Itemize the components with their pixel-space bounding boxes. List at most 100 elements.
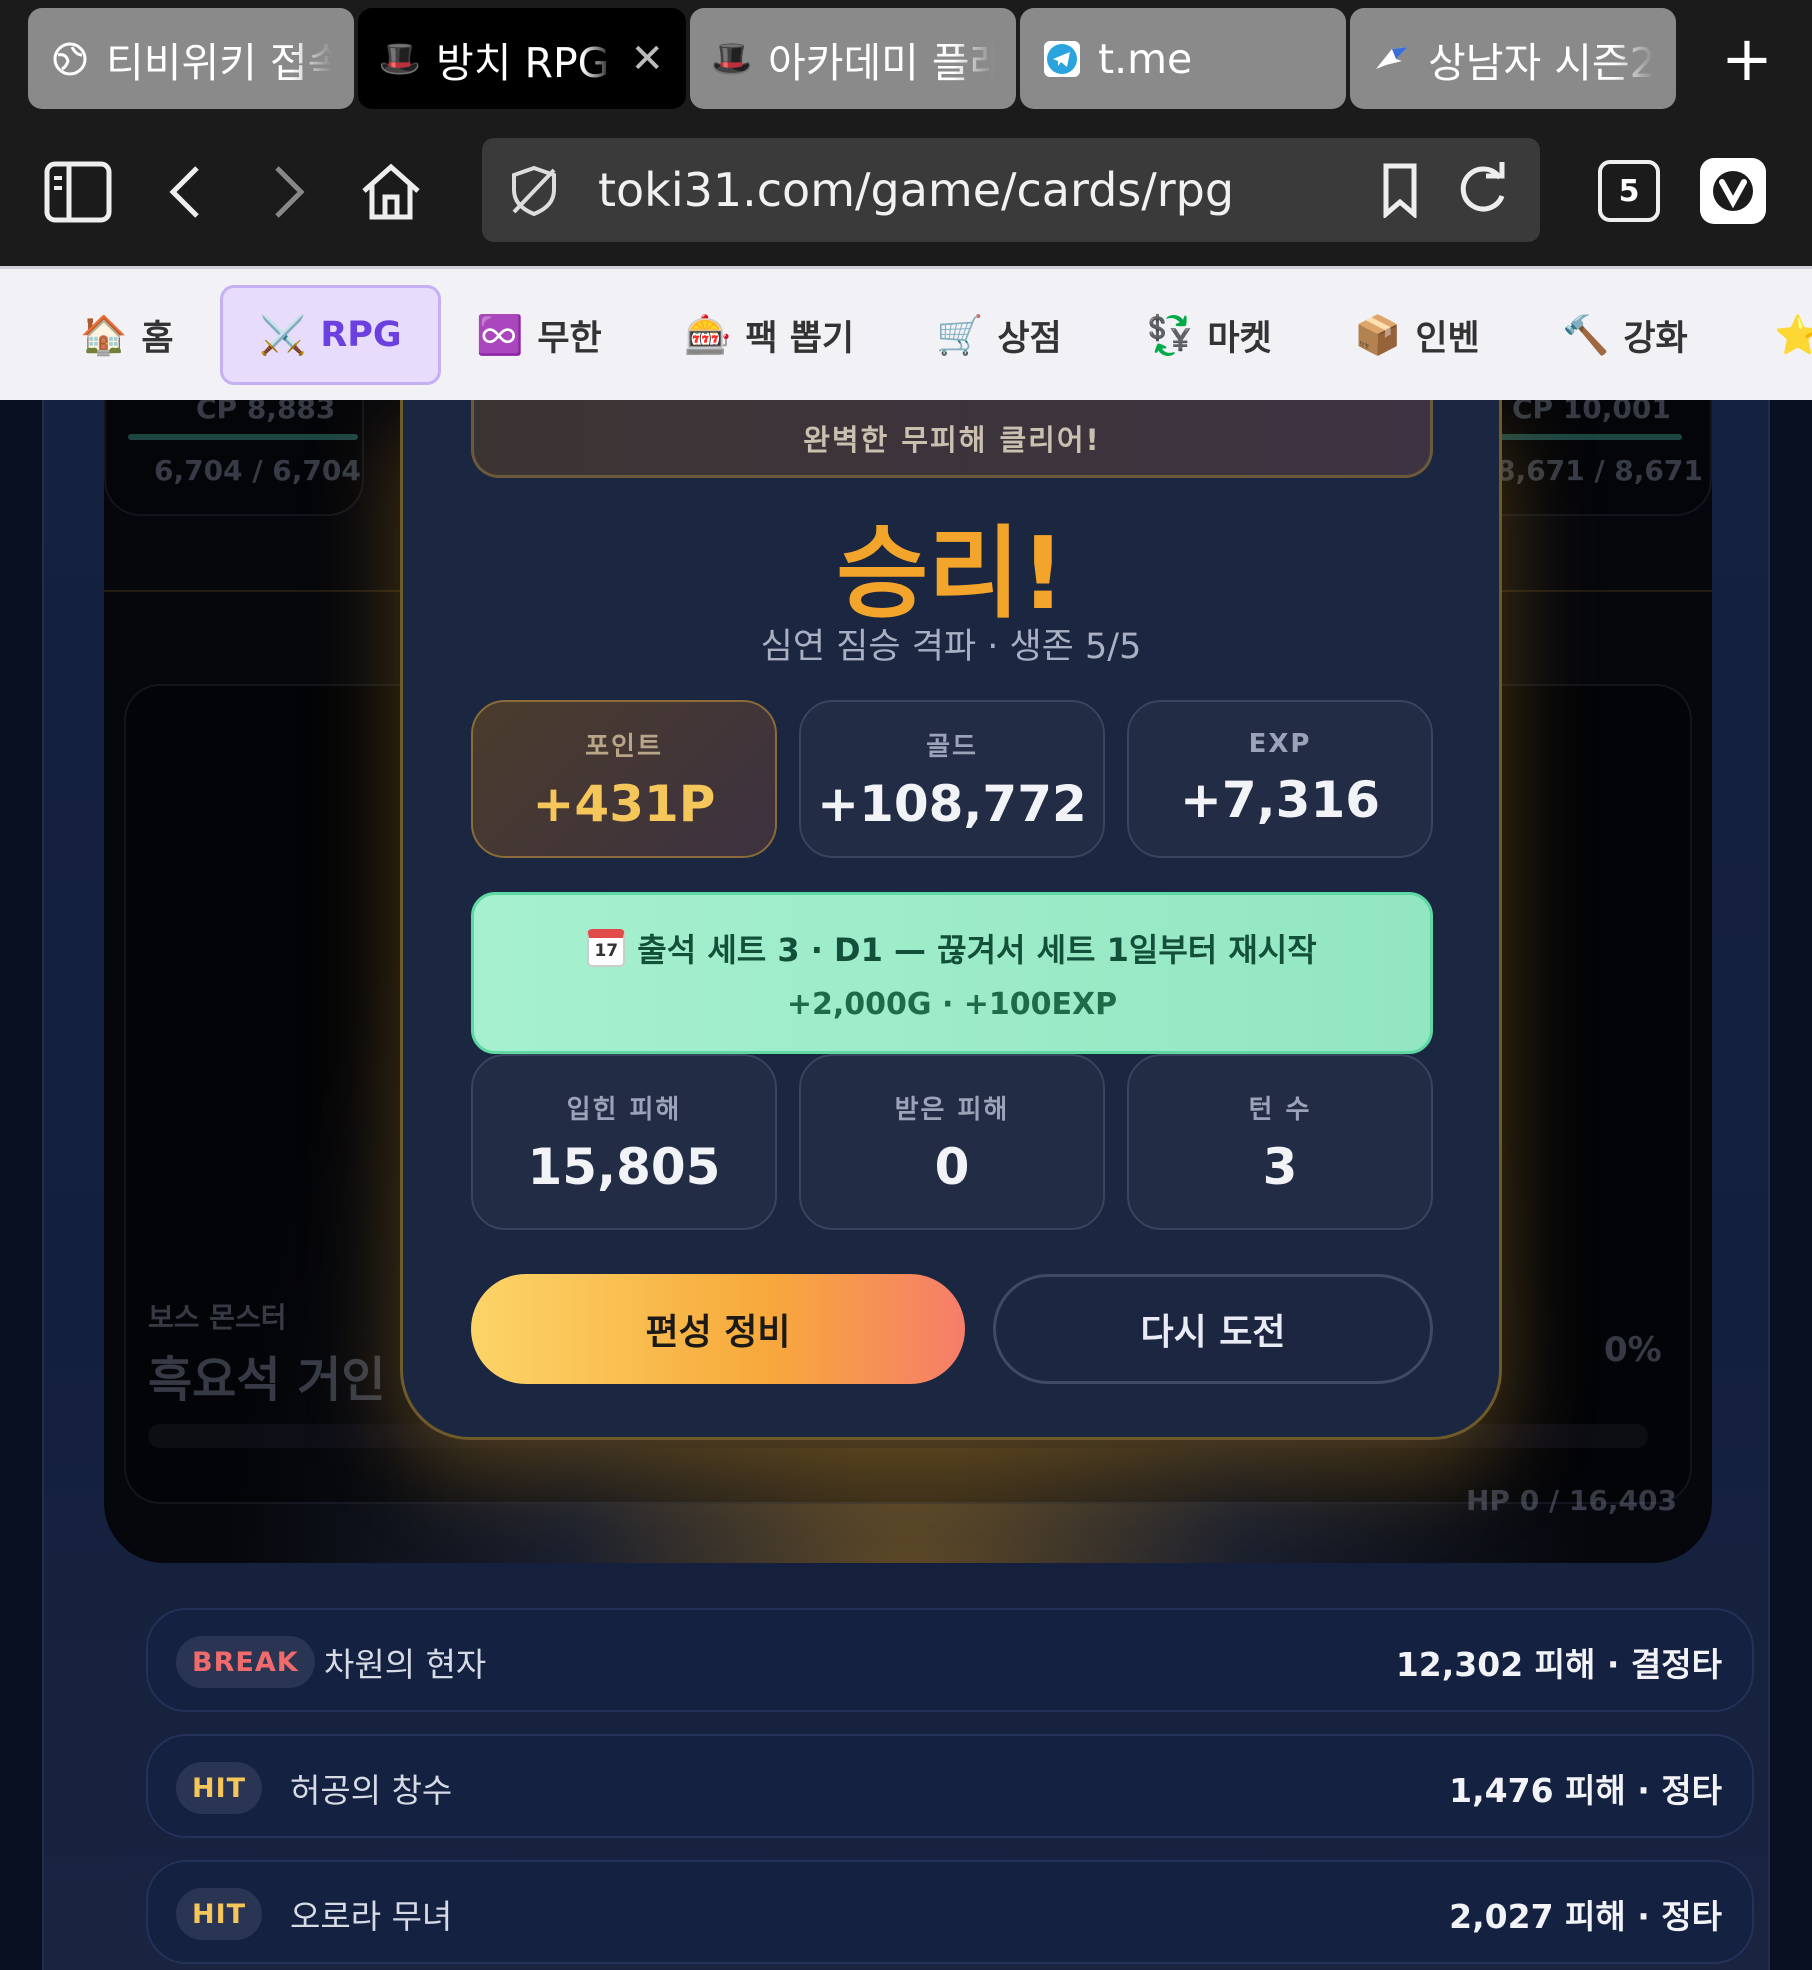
- currency-exchange-icon: 💱: [1146, 312, 1194, 357]
- tab-count-button[interactable]: 5: [1598, 160, 1660, 222]
- attendance-reward: +2,000G · +100EXP: [786, 986, 1118, 1022]
- bookmark-icon[interactable]: [1380, 162, 1420, 222]
- vivaldi-menu-icon[interactable]: [1700, 158, 1766, 224]
- package-icon: 📦: [1354, 312, 1402, 357]
- damage-result: 2,027 피해 · 정타: [1449, 1897, 1722, 1936]
- boss-name: 흑요석 거인: [148, 1352, 386, 1408]
- tab-title: 방치 RPG: [436, 38, 610, 87]
- nav-item-star[interactable]: ⭐: [1774, 285, 1812, 385]
- combat-log-row: HIT 오로라 무녀 2,027 피해 · 정타: [146, 1860, 1754, 1964]
- shield-icon: [508, 164, 560, 222]
- browser-tab[interactable]: 티비위키 접속: [28, 8, 354, 109]
- hit-badge: BREAK: [176, 1636, 315, 1688]
- home-icon[interactable]: [356, 148, 426, 236]
- reward-value: +431P: [532, 774, 716, 833]
- stat-damage-taken: 받은 피해 0: [799, 1054, 1105, 1230]
- unit-name: 차원의 현자: [324, 1645, 487, 1684]
- ally-hp-bar: [128, 434, 358, 440]
- unit-name: 허공의 창수: [290, 1771, 453, 1810]
- stat-label: 받은 피해: [894, 1094, 1010, 1125]
- perfect-clear-banner: 완벽한 무피해 클리어!: [471, 400, 1433, 478]
- browser-tab[interactable]: t.me: [1020, 8, 1346, 109]
- reward-label: 골드: [926, 731, 978, 762]
- stat-turns: 턴 수 3: [1127, 1054, 1433, 1230]
- combat-log-row: BREAK 차원의 현자 12,302 피해 · 결정타: [146, 1608, 1754, 1712]
- new-tab-button[interactable]: +: [1712, 18, 1782, 98]
- forward-icon[interactable]: [264, 148, 314, 236]
- victory-title: 승리!: [836, 515, 1066, 632]
- back-icon[interactable]: [160, 148, 210, 236]
- boss-hp-text: HP 0 / 16,403: [1466, 1484, 1677, 1517]
- slot-machine-icon: 🎰: [684, 312, 732, 357]
- ally-cp: CP 10,001: [1512, 400, 1671, 425]
- boss-hp-percent: 0%: [1604, 1330, 1662, 1370]
- sidebar-toggle-icon[interactable]: [40, 148, 116, 236]
- damage-result: 1,476 피해 · 정타: [1449, 1771, 1722, 1810]
- crossed-swords-icon: ⚔️: [259, 312, 307, 357]
- damage-result: 12,302 피해 · 결정타: [1395, 1645, 1722, 1684]
- attendance-notice: 17 출석 세트 3 · D1 — 끊겨서 세트 1일부터 재시작 +2,000…: [471, 892, 1433, 1054]
- ally-cp: CP 8,883: [196, 400, 336, 425]
- tab-title: 아카데미 플래: [768, 38, 994, 87]
- reward-label: EXP: [1248, 729, 1312, 759]
- nav-item-infinite[interactable]: ♾️ 무한: [476, 285, 602, 385]
- tab-title: 티비위키 접속: [106, 38, 332, 87]
- browser-tab-active[interactable]: 🎩 방치 RPG ✕: [358, 8, 686, 109]
- nav-item-rpg[interactable]: ⚔️ RPG: [220, 285, 441, 385]
- edit-formation-button[interactable]: 편성 정비: [471, 1274, 965, 1384]
- hammer-icon: 🔨: [1562, 312, 1610, 357]
- browser-toolbar: toki31.com/game/cards/rpg 5: [0, 118, 1812, 266]
- unit-name: 오로라 무녀: [290, 1897, 453, 1936]
- reward-gold: 골드 +108,772: [799, 700, 1105, 858]
- retry-button[interactable]: 다시 도전: [993, 1274, 1433, 1384]
- nav-item-inventory[interactable]: 📦 인벤: [1354, 285, 1480, 385]
- stat-label: 턴 수: [1248, 1094, 1312, 1125]
- reward-exp: EXP +7,316: [1127, 700, 1433, 858]
- infinity-icon: ♾️: [476, 312, 524, 357]
- stat-value: 3: [1262, 1137, 1298, 1196]
- hit-badge: HIT: [176, 1762, 263, 1814]
- site-nav: 🏠 홈 ⚔️ RPG ♾️ 무한 🎰 팩 뽑기 🛒 상점 💱 마켓 📦 인벤 🔨…: [0, 266, 1812, 400]
- stat-value: 15,805: [527, 1137, 721, 1196]
- reward-label: 포인트: [585, 731, 663, 762]
- tab-title: t.me: [1098, 34, 1193, 83]
- browser-tab[interactable]: 상남자 시즌2: [1350, 8, 1676, 109]
- telegram-icon: [1042, 39, 1082, 79]
- reward-value: +108,772: [817, 774, 1087, 833]
- reload-icon[interactable]: [1456, 162, 1510, 222]
- address-bar[interactable]: toki31.com/game/cards/rpg: [482, 138, 1540, 242]
- ally-hp: 8,671 / 8,671: [1496, 454, 1703, 487]
- stat-damage-dealt: 입힌 피해 15,805: [471, 1054, 777, 1230]
- hat-icon: 🎩: [378, 38, 422, 79]
- attendance-line: 17 출석 세트 3 · D1 — 끊겨서 세트 1일부터 재시작: [587, 925, 1317, 971]
- nav-item-shop[interactable]: 🛒 상점: [936, 285, 1062, 385]
- ally-hp: 6,704 / 6,704: [154, 454, 361, 487]
- boss-label: 보스 몬스터: [148, 1301, 287, 1334]
- browser-tab[interactable]: 🎩 아카데미 플래: [690, 8, 1016, 109]
- browser-tab-strip: 티비위키 접속 🎩 방치 RPG ✕ 🎩 아카데미 플래 t.me 상남자 시즌…: [0, 0, 1812, 118]
- globe-icon: [50, 39, 90, 79]
- nav-item-home[interactable]: 🏠 홈: [80, 285, 174, 385]
- calendar-icon: 17: [587, 928, 626, 967]
- stat-label: 입힌 피해: [566, 1094, 682, 1125]
- tab-title: 상남자 시즌2: [1428, 38, 1654, 87]
- close-icon[interactable]: ✕: [630, 36, 664, 82]
- combat-log-row: HIT 허공의 창수 1,476 피해 · 정타: [146, 1734, 1754, 1838]
- reward-value: +7,316: [1179, 771, 1381, 829]
- nav-item-enhance[interactable]: 🔨 강화: [1562, 285, 1688, 385]
- house-icon: 🏠: [80, 312, 128, 357]
- battle-result-modal: 완벽한 무피해 클리어! 승리! 심연 짐승 격파 · 생존 5/5 포인트 +…: [400, 400, 1502, 1440]
- hit-badge: HIT: [176, 1888, 263, 1940]
- url-text: toki31.com/game/cards/rpg: [598, 163, 1235, 217]
- game-content: CP 8,883 6,704 / 6,704 CP 10,001 8,671 /…: [0, 400, 1812, 1970]
- battle-subtitle: 심연 짐승 격파 · 생존 5/5: [760, 627, 1142, 667]
- star-icon: ⭐: [1774, 312, 1812, 357]
- stat-value: 0: [934, 1137, 970, 1196]
- bird-icon: [1372, 39, 1412, 79]
- nav-item-pack-draw[interactable]: 🎰 팩 뽑기: [684, 285, 854, 385]
- game-panel: CP 8,883 6,704 / 6,704 CP 10,001 8,671 /…: [42, 400, 1770, 1970]
- hat-icon: 🎩: [710, 38, 754, 79]
- ally-hp-bar: [1482, 434, 1682, 440]
- reward-points: 포인트 +431P: [471, 700, 777, 858]
- nav-item-market[interactable]: 💱 마켓: [1146, 285, 1272, 385]
